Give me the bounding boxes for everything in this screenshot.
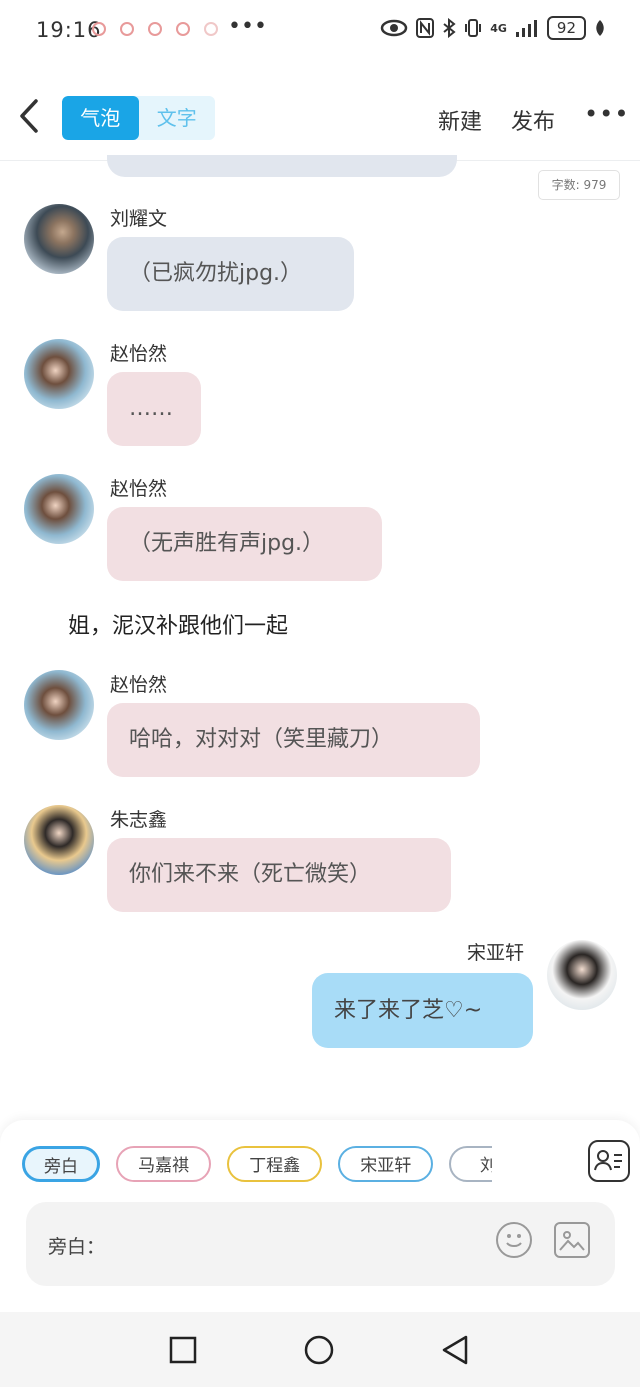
- editor-toolbar: 气泡 文字 新建 发布 •••: [0, 80, 640, 161]
- sender-name: 刘耀文: [110, 208, 168, 230]
- avatar[interactable]: [24, 474, 94, 544]
- status-bar: 19:16 ••• 4G 92: [0, 0, 640, 62]
- message-bubble[interactable]: 你们来不来（死亡微笑）: [107, 838, 451, 912]
- contact-card-icon: [594, 1150, 622, 1171]
- avatar[interactable]: [24, 204, 94, 274]
- notification-icon: [92, 22, 106, 36]
- chevron-left-icon: [20, 99, 38, 133]
- recent-apps-button[interactable]: [169, 1336, 197, 1364]
- image-icon: [559, 1231, 585, 1251]
- input-placeholder: 旁白：: [48, 1236, 106, 1258]
- home-button[interactable]: [303, 1334, 335, 1366]
- avatar[interactable]: [24, 670, 94, 740]
- tab-text[interactable]: 文字: [139, 96, 216, 140]
- role-chip[interactable]: 宋亚轩: [338, 1146, 434, 1182]
- vibrate-icon: [465, 19, 482, 37]
- avatar[interactable]: [24, 805, 94, 875]
- message-bubble[interactable]: （已疯勿扰jpg.）: [107, 237, 354, 311]
- role-selector: 旁白 马嘉祺 丁程鑫 宋亚轩 刘耀: [22, 1146, 492, 1186]
- avatar[interactable]: [547, 940, 617, 1010]
- role-chip[interactable]: 刘耀: [449, 1146, 492, 1182]
- emoji-button[interactable]: [496, 1222, 532, 1258]
- nfc-icon: [416, 18, 435, 38]
- publish-button[interactable]: 发布: [511, 104, 555, 136]
- more-menu-button[interactable]: •••: [584, 100, 629, 128]
- sender-name: 赵怡然: [110, 674, 168, 696]
- notification-icon: [176, 22, 190, 36]
- tab-bubble[interactable]: 气泡: [62, 96, 139, 140]
- notification-icon: [148, 22, 162, 36]
- mode-switch: 气泡 文字: [62, 96, 215, 140]
- battery-level: 92: [546, 16, 586, 40]
- status-icons: 4G 92: [380, 16, 606, 40]
- eye-icon: [380, 19, 408, 37]
- bluetooth-icon: [443, 18, 456, 38]
- message-bubble[interactable]: （无声胜有声jpg.）: [107, 507, 382, 581]
- previous-message-bubble[interactable]: [107, 155, 457, 177]
- role-chip[interactable]: 丁程鑫: [227, 1146, 323, 1182]
- leaf-icon: [596, 20, 604, 36]
- more-notifications-icon: •••: [228, 14, 267, 39]
- sender-name: 赵怡然: [110, 343, 168, 365]
- new-button[interactable]: 新建: [438, 104, 482, 136]
- signal-icon: [515, 20, 537, 37]
- message-bubble-self[interactable]: 来了来了芝♡~: [312, 973, 533, 1048]
- role-chip[interactable]: 马嘉祺: [116, 1146, 212, 1182]
- back-nav-button[interactable]: [440, 1334, 470, 1366]
- image-button[interactable]: [554, 1222, 590, 1258]
- smile-icon: [506, 1234, 522, 1247]
- message-bubble[interactable]: ……: [107, 372, 201, 446]
- sender-name: 赵怡然: [110, 478, 168, 500]
- role-chip-narrator[interactable]: 旁白: [22, 1146, 100, 1182]
- role-manager-button[interactable]: [588, 1140, 630, 1182]
- network-type: 4G: [490, 21, 507, 35]
- word-count-badge: 字数: 979: [538, 170, 620, 200]
- input-panel: 旁白 马嘉祺 丁程鑫 宋亚轩 刘耀 旁白：: [0, 1120, 640, 1320]
- message-input[interactable]: 旁白：: [26, 1202, 615, 1286]
- notification-icon: [204, 22, 218, 36]
- avatar[interactable]: [24, 339, 94, 409]
- notification-icon: [120, 22, 134, 36]
- sender-name: 朱志鑫: [110, 809, 168, 831]
- narration-text[interactable]: 姐，泥汉补跟他们一起: [68, 608, 288, 640]
- back-button[interactable]: [16, 98, 52, 138]
- message-bubble[interactable]: 哈哈，对对对（笑里藏刀）: [107, 703, 480, 777]
- system-nav-bar: [0, 1312, 640, 1387]
- sender-name: 宋亚轩: [467, 942, 525, 964]
